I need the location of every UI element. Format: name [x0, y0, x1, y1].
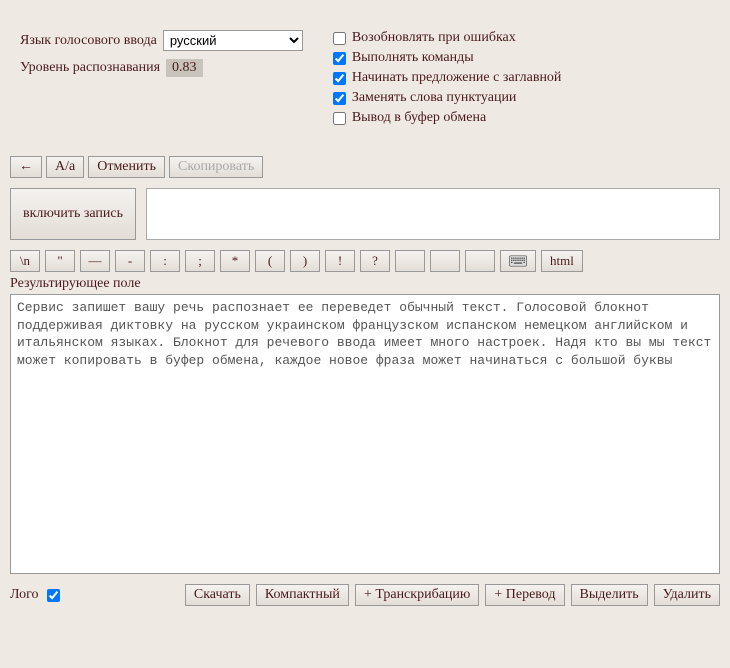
asterisk-button[interactable]: *: [220, 250, 250, 272]
option-label: Выполнять команды: [352, 50, 474, 66]
recognition-level-row: Уровень распознавания 0.83: [20, 59, 303, 77]
option-replace-punct[interactable]: Заменять слова пунктуации: [333, 90, 562, 106]
recognition-level-value: 0.83: [166, 59, 203, 77]
dash-button[interactable]: -: [115, 250, 145, 272]
question-button[interactable]: ?: [360, 250, 390, 272]
intermediate-text-area[interactable]: [146, 188, 720, 240]
option-label: Вывод в буфер обмена: [352, 110, 486, 126]
keyboard-icon: [509, 253, 527, 269]
copy-button[interactable]: Скопировать: [169, 156, 263, 178]
logo-checkbox[interactable]: [47, 589, 60, 602]
extra2-button[interactable]: [430, 250, 460, 272]
newline-button[interactable]: \n: [10, 250, 40, 272]
html-button[interactable]: html: [541, 250, 583, 272]
semicolon-button[interactable]: ;: [185, 250, 215, 272]
select-all-button[interactable]: Выделить: [571, 584, 648, 606]
settings-right: Возобновлять при ошибках Выполнять коман…: [333, 30, 562, 126]
delete-button[interactable]: Удалить: [654, 584, 720, 606]
option-output-clipboard[interactable]: Вывод в буфер обмена: [333, 110, 562, 126]
colon-button[interactable]: :: [150, 250, 180, 272]
extra1-button[interactable]: [395, 250, 425, 272]
option-label: Возобновлять при ошибках: [352, 30, 516, 46]
language-row: Язык голосового ввода русский: [20, 30, 303, 51]
compact-button[interactable]: Компактный: [256, 584, 349, 606]
option-label: Заменять слова пунктуации: [352, 90, 517, 106]
record-row: включить запись: [0, 178, 730, 250]
emdash-button[interactable]: —: [80, 250, 110, 272]
checkbox-output-clipboard[interactable]: [333, 112, 346, 125]
undo-button[interactable]: Отменить: [88, 156, 165, 178]
keyboard-button[interactable]: [500, 250, 536, 272]
add-translation-button[interactable]: + Перевод: [485, 584, 564, 606]
checkbox-exec-commands[interactable]: [333, 52, 346, 65]
option-resume-errors[interactable]: Возобновлять при ошибках: [333, 30, 562, 46]
logo-label: Лого: [10, 587, 39, 603]
recognition-level-label: Уровень распознавания: [20, 60, 160, 76]
bottom-toolbar: Лого Скачать Компактный + Транскрибацию …: [0, 574, 730, 616]
quote-button[interactable]: ": [45, 250, 75, 272]
checkbox-replace-punct[interactable]: [333, 92, 346, 105]
checkbox-capitalize[interactable]: [333, 72, 346, 85]
toggle-case-button[interactable]: А/а: [46, 156, 84, 178]
settings-left: Язык голосового ввода русский Уровень ра…: [20, 30, 303, 126]
lparen-button[interactable]: (: [255, 250, 285, 272]
option-capitalize[interactable]: Начинать предложение с заглавной: [333, 70, 562, 86]
download-button[interactable]: Скачать: [185, 584, 250, 606]
punctuation-toolbar: \n " — - : ; * ( ) ! ? html: [0, 250, 730, 272]
logo-toggle[interactable]: Лого: [10, 586, 63, 605]
extra3-button[interactable]: [465, 250, 495, 272]
edit-toolbar: ← А/а Отменить Скопировать: [0, 156, 730, 178]
add-transcription-button[interactable]: + Транскрибацию: [355, 584, 479, 606]
bang-button[interactable]: !: [325, 250, 355, 272]
back-button[interactable]: ←: [10, 156, 42, 178]
language-select[interactable]: русский: [163, 30, 303, 51]
start-record-button[interactable]: включить запись: [10, 188, 136, 240]
result-textarea[interactable]: Сервис запишет вашу речь распознает ее п…: [10, 294, 720, 574]
settings-area: Язык голосового ввода русский Уровень ра…: [0, 0, 730, 136]
result-field-label: Результирующее поле: [0, 272, 730, 294]
language-label: Язык голосового ввода: [20, 33, 157, 49]
option-exec-commands[interactable]: Выполнять команды: [333, 50, 562, 66]
checkbox-resume-errors[interactable]: [333, 32, 346, 45]
option-label: Начинать предложение с заглавной: [352, 70, 562, 86]
rparen-button[interactable]: ): [290, 250, 320, 272]
